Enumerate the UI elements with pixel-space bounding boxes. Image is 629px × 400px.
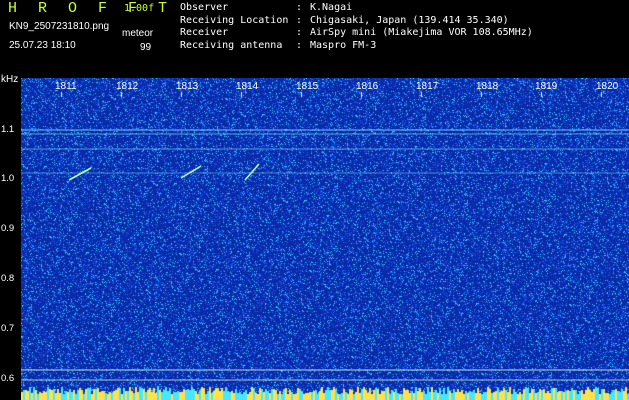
y-tick-label: 1.1 [1, 124, 15, 135]
y-tick-label: 0.8 [1, 273, 15, 284]
filename-label: KN9_2507231810.png [9, 21, 110, 32]
info-row-receiver: Receiver: AirSpy mini (Miakejima VOR 108.… [180, 27, 533, 38]
station-info: Observer: K.Nagai Receiving Location: Chig… [180, 2, 533, 52]
y-tick-label: 0.7 [1, 323, 15, 334]
spectrogram [21, 78, 629, 400]
x-tick-label: 1817 [416, 81, 439, 92]
x-tick-label: 1818 [476, 81, 499, 92]
y-tick-label: 1.0 [1, 173, 15, 184]
meteor-echo [180, 165, 202, 179]
y-tick-label: 0.9 [1, 223, 15, 234]
version-label: 1.00f [124, 3, 155, 14]
y-axis: 1.1 1.0 0.9 0.8 0.7 0.6 [0, 0, 21, 400]
count-label: 99 [140, 42, 152, 53]
mode-label: meteor [122, 28, 154, 39]
x-tick-label: 1815 [296, 81, 319, 92]
meteor-echo [244, 163, 260, 181]
x-tick-label: 1819 [535, 81, 558, 92]
x-tick-label: 1820 [596, 81, 619, 92]
x-tick-label: 1813 [176, 81, 199, 92]
spectrogram-overlay [21, 129, 629, 381]
x-tick-label: 1811 [55, 81, 77, 92]
info-row-location: Receiving Location: Chigasaki, Japan (139… [180, 14, 509, 26]
info-row-antenna: Receiving antenna: Maspro FM-3 [180, 39, 377, 51]
meteor-echo [68, 167, 92, 181]
info-row-observer: Observer: K.Nagai [180, 2, 353, 13]
x-tick-label: 1812 [116, 81, 139, 92]
y-tick-label: 0.6 [1, 373, 15, 384]
x-tick-label: 1814 [236, 81, 259, 92]
x-tick-label: 1816 [356, 81, 379, 92]
header-panel: H R O F F T 1.00f KN9_2507231810.png 25.… [0, 0, 629, 78]
